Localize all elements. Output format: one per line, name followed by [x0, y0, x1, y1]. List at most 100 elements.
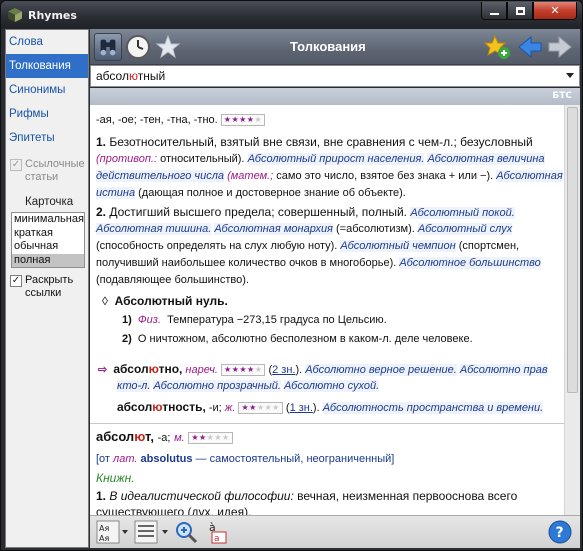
- refs-label-line2: статьи: [25, 171, 59, 183]
- word-stress: ю: [148, 362, 159, 376]
- example: Абсолютное большинство: [399, 257, 541, 269]
- dropdown-arrow-icon[interactable]: [566, 73, 574, 78]
- maximize-button[interactable]: [507, 2, 533, 20]
- help-icon[interactable]: ?: [548, 520, 572, 544]
- expand-label-line2: ссылки: [25, 287, 62, 299]
- source-bar: БТС: [90, 88, 580, 105]
- svg-text:a: a: [214, 534, 220, 544]
- word-input-value[interactable]: абсолютный: [96, 69, 165, 83]
- etymology-text: [от: [96, 453, 110, 465]
- grammar-text: -и;: [208, 402, 222, 414]
- back-arrow-icon[interactable]: [516, 33, 544, 61]
- sense-text: (спортсмен,: [458, 240, 520, 252]
- dictionary-source-label: БТС: [552, 91, 572, 101]
- font-size-icon[interactable]: AяAя: [96, 520, 120, 544]
- spell-check-icon[interactable]: àa: [206, 520, 230, 544]
- etymon: absolutus: [140, 453, 193, 465]
- entry2-sense1-line2: существующего (дух, идея).: [96, 505, 251, 515]
- usage-note: лат.: [113, 453, 138, 465]
- rating-stars: ★★★★★: [220, 114, 266, 126]
- binoculars-icon[interactable]: [94, 33, 122, 61]
- refs-checkbox-row[interactable]: ✓ Ссылочные статьи: [6, 158, 88, 184]
- card-option-normal[interactable]: обычная: [12, 240, 84, 254]
- sense-text: Температура −273,15 градуса по Цельсию.: [167, 314, 387, 326]
- favorite-star-icon[interactable]: [154, 33, 182, 61]
- layout-list-icon[interactable]: [134, 520, 158, 544]
- sense-number: 1.: [96, 489, 107, 503]
- forward-arrow-icon[interactable]: [546, 33, 574, 61]
- sense-text: относительный).: [160, 153, 245, 165]
- expand-checkbox-row[interactable]: ✓ Раскрыть ссылки: [6, 274, 88, 300]
- sidebar-item-synonyms[interactable]: Синонимы: [6, 78, 88, 102]
- entry1-sense2-line4: получивший наибольшее количество очков в…: [96, 256, 541, 270]
- expand-checkbox[interactable]: ✓: [10, 275, 22, 287]
- toolbar: Толкования: [90, 29, 580, 65]
- card-label: Карточка: [25, 196, 74, 208]
- idiom-sense1: 1) Физ. Температура −273,15 градуса по Ц…: [122, 313, 387, 327]
- usage-note: В идеалистической философии:: [109, 489, 294, 503]
- sidebar-item-epithets[interactable]: Эпитеты: [6, 126, 88, 150]
- app-cube-icon: [8, 8, 22, 22]
- refs-checkbox[interactable]: ✓: [10, 159, 22, 171]
- word-part: абсол: [117, 400, 153, 414]
- close-button[interactable]: ✕: [533, 2, 577, 20]
- history-clock-icon[interactable]: [124, 33, 152, 61]
- example: Абсолютный покой.: [410, 207, 515, 219]
- example: Абсолютно верное решение.: [305, 364, 457, 376]
- usage-note: (противоп.:: [96, 153, 158, 165]
- entry2-headword: абсолют, -а; м. ★★★★★: [96, 430, 233, 445]
- layout-dropdown-icon[interactable]: [162, 530, 168, 534]
- idiom-text: Абсолютный нуль.: [114, 294, 228, 308]
- sense-link[interactable]: 1 зн.: [290, 402, 313, 414]
- card-option-minimal[interactable]: минимальная: [12, 213, 84, 227]
- example: Абсолютно прав: [459, 364, 548, 376]
- rating-stars: ★★★★★: [221, 364, 266, 376]
- word-stress: ю: [128, 69, 138, 83]
- expand-checkbox-label: Раскрыть ссылки: [25, 274, 73, 300]
- word-part-end: тно,: [158, 362, 183, 376]
- sense-number: 1): [122, 314, 132, 326]
- svg-text:Aя: Aя: [99, 534, 109, 543]
- card-option-short[interactable]: краткая: [12, 227, 84, 241]
- example: Абсолютная монархия: [214, 223, 333, 235]
- minimize-button[interactable]: [481, 2, 507, 20]
- sidebar-item-words[interactable]: Слова: [6, 30, 88, 54]
- font-size-dropdown-icon[interactable]: [122, 530, 128, 534]
- word-part-end: тный: [137, 69, 166, 83]
- derivative-adverb: ⇨ абсолютно, нареч. ★★★★★ (2 зн.). Абсол…: [98, 362, 548, 376]
- zoom-in-icon[interactable]: [174, 520, 198, 544]
- word-part-end: тность,: [162, 400, 206, 414]
- word-combobox[interactable]: абсолютный: [90, 65, 580, 87]
- card-detail-listbox[interactable]: минимальная краткая обычная полная: [11, 212, 85, 268]
- derivative-word: абсолютность,: [117, 400, 206, 414]
- sense-text: (подавляющее большинство).: [96, 274, 249, 286]
- sidebar-item-definitions[interactable]: Толкования: [6, 54, 88, 78]
- bottom-toolbar: Aя Aя àa ?: [90, 515, 580, 548]
- headword: абсолют,: [96, 429, 154, 444]
- usage-note: (матем.;: [227, 170, 274, 182]
- title-bar[interactable]: Rhymes ✕: [1, 1, 582, 29]
- example: истина: [96, 187, 136, 199]
- sense-number: 1.: [96, 135, 107, 149]
- sidebar-item-rhymes[interactable]: Рифмы: [6, 102, 88, 126]
- vertical-scrollbar[interactable]: [564, 105, 580, 515]
- idiom-heading: ◊ Абсолютный нуль.: [102, 294, 228, 308]
- sense-text: (дающая полное и достоверное знание об о…: [138, 187, 406, 199]
- word-part: абсол: [113, 362, 149, 376]
- entry1-sense1-line2: (противоп.: относительный). Абсолютный п…: [96, 152, 545, 166]
- minimize-icon: [489, 12, 499, 15]
- entry1-sense2-line3: (способность определять на слух любую но…: [96, 239, 519, 253]
- window-title: Rhymes: [28, 9, 77, 22]
- entry1-sense1-line4: истина (дающая полное и достоверное знан…: [96, 186, 406, 200]
- scrollbar-thumb[interactable]: [567, 107, 578, 393]
- derivative-word: абсолютно,: [113, 362, 182, 376]
- add-favorite-star-icon[interactable]: [484, 33, 512, 61]
- example: Абсолютность пространства и времени.: [322, 402, 544, 414]
- sense-link[interactable]: 2 зн.: [272, 364, 295, 376]
- card-option-full[interactable]: полная: [12, 253, 84, 267]
- sense-text: вечная, неизменная первооснова всего: [297, 489, 518, 503]
- sense-text: (способность определять на слух любую но…: [96, 240, 338, 252]
- grammar-text: -а;: [157, 432, 171, 444]
- definition-pane: -ая, -ое; -тен, -тна, -тно. ★★★★★ 1. Без…: [90, 105, 564, 515]
- word-part: абсол: [96, 69, 129, 83]
